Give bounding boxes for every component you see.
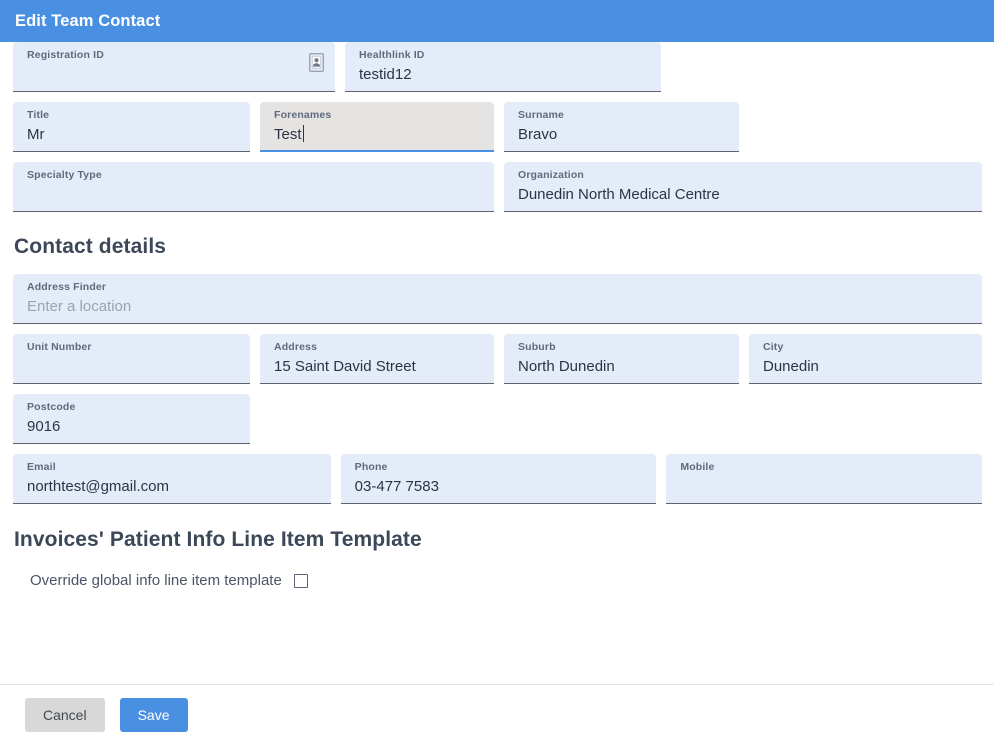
field-label-suburb: Suburb xyxy=(518,341,725,354)
field-unit-number[interactable]: Unit Number xyxy=(13,334,250,384)
field-value-address-finder[interactable]: Enter a location xyxy=(27,296,968,318)
field-phone[interactable]: Phone 03-477 7583 xyxy=(341,454,657,504)
override-template-label: Override global info line item template xyxy=(30,572,282,589)
field-row: Email northtest@gmail.com Phone 03-477 7583… xyxy=(0,454,994,504)
field-healthlink-id[interactable]: Healthlink ID testid12 xyxy=(345,42,661,92)
contact-details-heading: Contact details xyxy=(0,235,994,259)
field-row: Title Mr Forenames Test Surname Bravo xyxy=(0,102,994,152)
field-value-city[interactable]: Dunedin xyxy=(763,356,968,378)
field-postcode[interactable]: Postcode 9016 xyxy=(13,394,250,444)
field-label-postcode: Postcode xyxy=(27,401,236,414)
cancel-button[interactable]: Cancel xyxy=(25,698,105,732)
dialog-title: Edit Team Contact xyxy=(15,12,160,31)
field-row: Postcode 9016 xyxy=(0,394,994,444)
field-label-title: Title xyxy=(27,109,236,122)
field-email[interactable]: Email northtest@gmail.com xyxy=(13,454,331,504)
field-row: Address Finder Enter a location xyxy=(0,274,994,324)
identity-field-group: Registration ID Healthlink ID testid12 Titl… xyxy=(0,42,994,212)
field-organization[interactable]: Organization Dunedin North Medical Centre xyxy=(504,162,982,212)
contact-field-group: Address Finder Enter a location Unit Numbe… xyxy=(0,274,994,504)
field-label-registration-id: Registration ID xyxy=(27,49,321,62)
invoice-template-heading: Invoices' Patient Info Line Item Templat… xyxy=(0,528,994,552)
field-city[interactable]: City Dunedin xyxy=(749,334,982,384)
field-label-mobile: Mobile xyxy=(680,461,968,474)
field-registration-id[interactable]: Registration ID xyxy=(13,42,335,92)
field-value-surname[interactable]: Bravo xyxy=(518,124,725,146)
field-row: Specialty Type Organization Dunedin North … xyxy=(0,162,994,212)
field-forenames[interactable]: Forenames Test xyxy=(260,102,494,152)
field-label-city: City xyxy=(763,341,968,354)
field-label-address-finder: Address Finder xyxy=(27,281,968,294)
dialog-body: Registration ID Healthlink ID testid12 Titl… xyxy=(0,42,994,589)
field-suburb[interactable]: Suburb North Dunedin xyxy=(504,334,739,384)
dialog-footer: Cancel Save xyxy=(0,685,994,745)
field-row: Registration ID Healthlink ID testid12 xyxy=(0,42,994,92)
field-specialty-type[interactable]: Specialty Type xyxy=(13,162,494,212)
override-template-checkbox[interactable] xyxy=(294,574,308,588)
field-address[interactable]: Address 15 Saint David Street xyxy=(260,334,494,384)
field-label-specialty-type: Specialty Type xyxy=(27,169,480,182)
save-button[interactable]: Save xyxy=(120,698,188,732)
field-label-address: Address xyxy=(274,341,480,354)
field-value-address[interactable]: 15 Saint David Street xyxy=(274,356,480,378)
field-label-surname: Surname xyxy=(518,109,725,122)
id-badge-icon xyxy=(309,53,324,72)
field-label-email: Email xyxy=(27,461,317,474)
text-caret xyxy=(303,125,304,142)
override-template-row: Override global info line item template xyxy=(0,572,994,589)
field-label-forenames: Forenames xyxy=(274,109,480,122)
field-value-title[interactable]: Mr xyxy=(27,124,236,146)
field-value-organization[interactable]: Dunedin North Medical Centre xyxy=(518,184,968,206)
field-label-phone: Phone xyxy=(355,461,643,474)
field-row: Unit Number Address 15 Saint David Street S… xyxy=(0,334,994,384)
field-value-email[interactable]: northtest@gmail.com xyxy=(27,476,317,498)
field-label-healthlink-id: Healthlink ID xyxy=(359,49,647,62)
dialog-title-bar: Edit Team Contact xyxy=(0,0,994,42)
field-mobile[interactable]: Mobile xyxy=(666,454,982,504)
field-value-forenames[interactable]: Test xyxy=(274,124,480,146)
field-title[interactable]: Title Mr xyxy=(13,102,250,152)
field-label-unit-number: Unit Number xyxy=(27,341,236,354)
field-label-organization: Organization xyxy=(518,169,968,182)
field-address-finder[interactable]: Address Finder Enter a location xyxy=(13,274,982,324)
field-value-postcode[interactable]: 9016 xyxy=(27,416,236,438)
field-surname[interactable]: Surname Bravo xyxy=(504,102,739,152)
field-value-healthlink-id[interactable]: testid12 xyxy=(359,64,647,86)
field-value-phone[interactable]: 03-477 7583 xyxy=(355,476,643,498)
field-value-suburb[interactable]: North Dunedin xyxy=(518,356,725,378)
